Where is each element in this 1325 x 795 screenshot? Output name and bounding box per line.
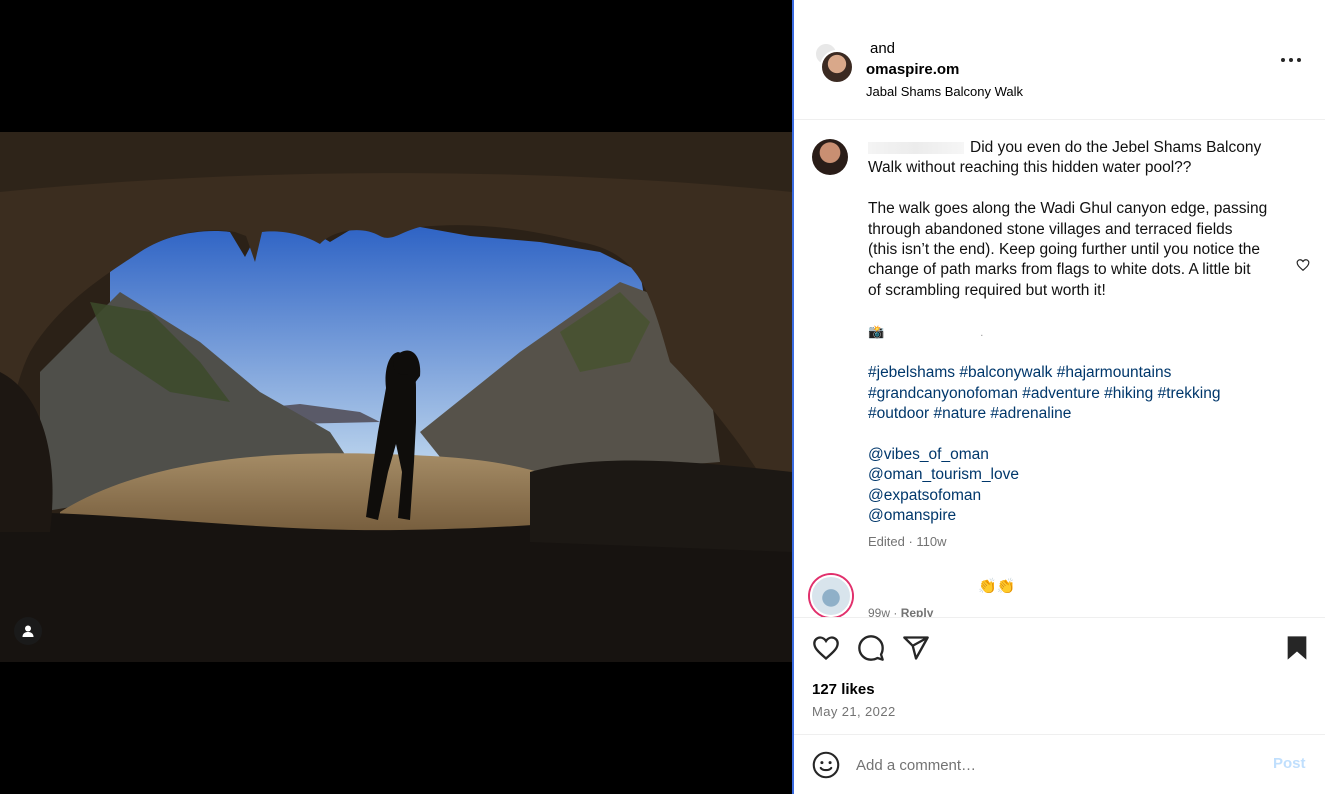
comments-scroll-area[interactable]: Did you even do the Jebel Shams Balcony …	[794, 120, 1325, 617]
camera-line-suffix: .	[980, 326, 984, 339]
comment-meta-separator: ·	[890, 606, 901, 617]
post-media	[0, 0, 792, 794]
share-paper-plane-icon[interactable]	[902, 634, 930, 662]
post-date: May 21, 2022	[812, 704, 896, 719]
hashtag-link[interactable]: #grandcanyonofoman	[868, 385, 1018, 402]
hashtag-link[interactable]: #jebelshams	[868, 364, 955, 381]
collaborator-line: and	[870, 40, 896, 57]
comment-like-heart-icon[interactable]	[1296, 258, 1310, 272]
caption-paragraph-line: (this isn’t the end). Keep going further…	[868, 241, 1261, 259]
caption-paragraph-line: change of path marks from flags to white…	[868, 261, 1251, 279]
mention-link[interactable]: @expatsofoman	[868, 486, 1308, 506]
comment-bubble-icon[interactable]	[857, 634, 885, 662]
author-username[interactable]: omaspire.om	[866, 61, 959, 78]
caption-second-line: Walk without reaching this hidden water …	[868, 159, 1192, 177]
likes-count[interactable]: 127 likes	[812, 681, 875, 698]
reply-button[interactable]: Reply	[901, 606, 934, 617]
comment-text: 👏👏	[978, 578, 1016, 595]
caption-paragraph-line: of scrambling required but worth it!	[868, 281, 1106, 299]
caption-paragraph-line: through abandoned stone villages and ter…	[868, 220, 1233, 238]
hashtag-link[interactable]: #nature	[934, 405, 987, 422]
hashtag-link[interactable]: #adrenaline	[990, 405, 1071, 422]
hashtag-link[interactable]: #trekking	[1158, 385, 1221, 402]
mention-link[interactable]: @vibes_of_oman	[868, 445, 1308, 465]
caption-first-line: Did you even do the Jebel Shams Balcony	[970, 139, 1262, 156]
mention-link[interactable]: @omanspire	[868, 506, 1308, 526]
comment-item: 👏👏 99w · Reply	[794, 570, 1325, 617]
commenter-avatar[interactable]	[810, 575, 852, 617]
more-options-icon[interactable]	[1278, 50, 1304, 70]
caption-paragraph-line: The walk goes along the Wadi Ghul canyon…	[868, 200, 1268, 218]
camera-emoji: 📸	[868, 323, 885, 339]
comment-time: 99w	[868, 606, 891, 617]
post-location[interactable]: Jabal Shams Balcony Walk	[866, 84, 1023, 99]
comment-composer: Post	[794, 734, 1325, 795]
hashtag-link[interactable]: #outdoor	[868, 405, 929, 422]
hashtag-link[interactable]: #hiking	[1104, 385, 1153, 402]
hashtag-link[interactable]: #adventure	[1022, 385, 1100, 402]
comment-meta: 99w · Reply	[868, 606, 933, 617]
tagged-users-icon[interactable]	[14, 617, 42, 645]
like-heart-icon[interactable]	[812, 634, 840, 662]
caption-edited-timestamp: Edited · 110w	[868, 534, 947, 549]
post-header: and omaspire.om Jabal Shams Balcony Walk	[794, 0, 1325, 120]
redacted-username	[868, 141, 964, 154]
post-photo[interactable]	[0, 132, 792, 662]
caption-author-avatar[interactable]	[812, 139, 848, 175]
post-comment-button[interactable]: Post	[1273, 755, 1306, 772]
cave-photo-image	[0, 132, 792, 662]
post-actions-bar: 127 likes May 21, 2022	[794, 617, 1325, 735]
mention-link[interactable]: @oman_tourism_love	[868, 465, 1308, 485]
hashtag-link[interactable]: #hajarmountains	[1057, 364, 1172, 381]
author-avatar[interactable]	[820, 50, 854, 84]
comment-input[interactable]	[856, 753, 1236, 777]
hashtag-link[interactable]: #balconywalk	[959, 364, 1052, 381]
saved-bookmark-icon[interactable]	[1283, 634, 1311, 662]
post-caption: Did you even do the Jebel Shams Balcony …	[868, 138, 1308, 527]
smiley-icon[interactable]	[812, 751, 840, 779]
post-details-panel: and omaspire.om Jabal Shams Balcony Walk…	[794, 0, 1325, 794]
